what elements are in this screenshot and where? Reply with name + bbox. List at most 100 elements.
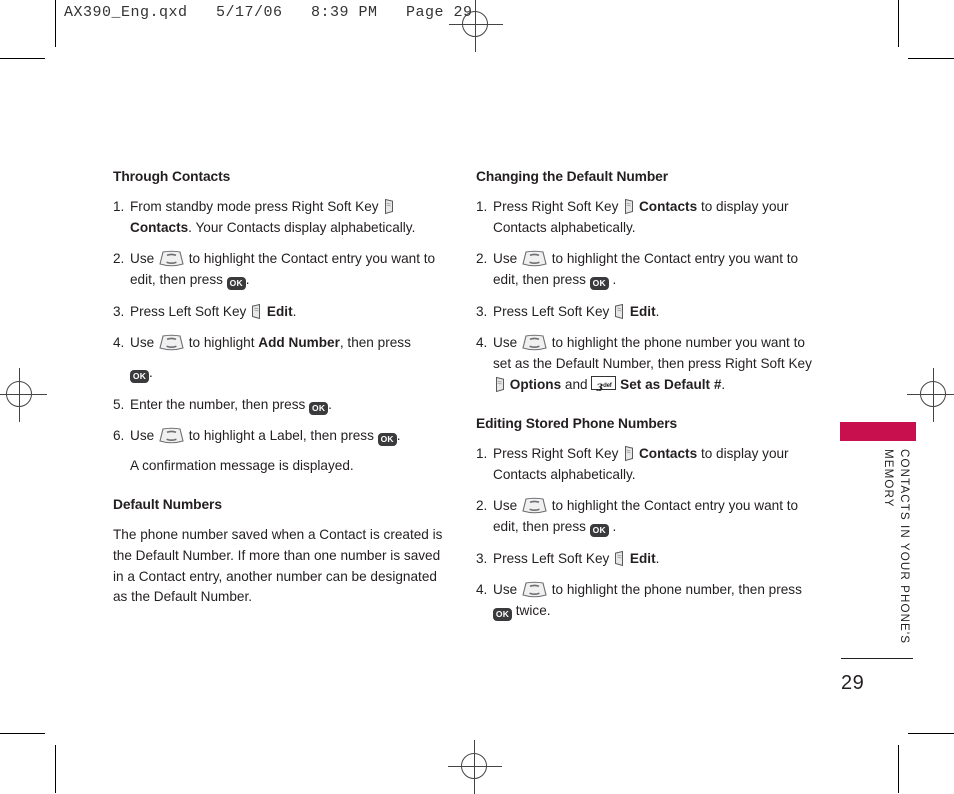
step-number: 3. [476, 550, 488, 566]
step-text: Use [493, 582, 518, 598]
right-soft-key-icon [382, 198, 395, 215]
step-text: Press Left Soft Key [493, 550, 610, 566]
list-item: 3. Press Left Soft Key Edit. [476, 549, 812, 570]
right-steps-list-1: 1. Press Right Soft Key Contacts to displ… [476, 197, 812, 395]
page-content: Through Contacts 1. From standby mode pre… [0, 0, 954, 793]
right-soft-key-icon [622, 445, 635, 462]
step-number: 3. [476, 303, 488, 319]
step-text: Use [130, 251, 155, 267]
ok-key-icon: OK [226, 276, 246, 290]
step-number: 6. [113, 428, 125, 444]
side-tab-accent-bar [840, 422, 916, 441]
folio-rule [841, 658, 913, 659]
left-column: Through Contacts 1. From standby mode pre… [113, 168, 449, 619]
step-text-2: to highlight [188, 335, 255, 351]
list-item: 4. Use to highlight Add Number, then pres… [113, 333, 449, 383]
right-soft-key-icon [493, 376, 506, 393]
page-number: 29 [841, 672, 865, 694]
list-item: 2. Use to highlight the Contact entry you… [113, 249, 449, 290]
step-bold-term: Edit [266, 303, 293, 319]
step-text-2: to highlight a Label, then press [188, 428, 374, 444]
ok-key-icon: OK [589, 276, 609, 290]
list-item: 1. From standby mode press Right Soft Key… [113, 197, 449, 238]
step-text: Enter the number, then press [130, 396, 306, 412]
step-number: 4. [476, 582, 488, 598]
step-bold-term: Add Number [258, 335, 340, 351]
step-note: A confirmation message is displayed. [130, 457, 354, 473]
step-text-tail: . [292, 303, 297, 319]
list-item: 1. Press Right Soft Key Contacts to displ… [476, 197, 812, 238]
step-number: 3. [113, 303, 125, 319]
step-bold-term-2: Set as Default # [620, 376, 722, 392]
list-item: 2. Use to highlight the Contact entry you… [476, 496, 812, 538]
left-soft-key-icon [613, 550, 626, 567]
step-text-tail: . [612, 271, 617, 287]
step-bold-term: Contacts [130, 219, 189, 235]
list-item: 4. Use to highlight the phone number, the… [476, 580, 812, 622]
step-bold-term: Options [509, 376, 562, 392]
step-text-3: , then press [339, 335, 411, 351]
left-steps-list: 1. From standby mode press Right Soft Key… [113, 197, 449, 477]
step-bold-term: Edit [629, 303, 656, 319]
step-number: 4. [113, 335, 125, 351]
list-item: 1. Press Right Soft Key Contacts to displ… [476, 444, 812, 485]
navigation-pad-icon [521, 250, 548, 268]
heading-editing-stored-phone-numbers: Editing Stored Phone Numbers [476, 416, 678, 432]
step-text-tail: . [612, 519, 617, 535]
step-text-tail: . [149, 364, 153, 380]
navigation-pad-icon [521, 334, 548, 352]
step-text: Use [493, 335, 518, 351]
step-text: Press Right Soft Key [493, 446, 619, 462]
navigation-pad-icon [158, 427, 185, 445]
list-item: 5. Enter the number, then press OK. [113, 395, 449, 416]
step-text-tail: . [655, 550, 660, 566]
step-number: 1. [476, 446, 488, 462]
navigation-pad-icon [158, 250, 185, 268]
left-soft-key-icon [250, 303, 263, 320]
key-3-def-icon: 3def [591, 375, 617, 394]
step-text-tail: twice. [515, 603, 551, 619]
step-continuation: OK. [130, 363, 449, 384]
list-item: 4. Use to highlight the phone number you … [476, 333, 812, 395]
step-number: 2. [476, 251, 488, 267]
step-text: Use [130, 335, 155, 351]
list-item: 6. Use to highlight a Label, then press O… [113, 426, 449, 476]
navigation-pad-icon [521, 581, 548, 599]
step-text: Use [130, 428, 155, 444]
step-text-tail: . [655, 303, 660, 319]
ok-key-icon: OK [589, 524, 609, 538]
step-text: Press Left Soft Key [493, 303, 610, 319]
default-numbers-paragraph: The phone number saved when a Contact is… [113, 527, 443, 605]
step-number: 1. [476, 198, 488, 214]
step-bold-term: Contacts [638, 446, 698, 462]
side-tab-label: CONTACTS IN YOUR PHONE'S MEMORY [882, 449, 911, 645]
right-steps-list-2: 1. Press Right Soft Key Contacts to displ… [476, 444, 812, 622]
list-item: 3. Press Left Soft Key Edit. [476, 302, 812, 323]
step-text-3: and [564, 376, 588, 392]
step-text: Press Left Soft Key [130, 303, 247, 319]
step-bold-term: Contacts [638, 198, 698, 214]
step-bold-term: Edit [629, 550, 656, 566]
step-text-2: to highlight the phone number, then pres… [551, 582, 802, 598]
ok-key-icon: OK [377, 433, 397, 447]
right-column: Changing the Default Number 1. Press Righ… [476, 168, 812, 633]
ok-key-icon: OK [493, 608, 512, 622]
right-soft-key-icon [622, 198, 635, 215]
navigation-pad-icon [158, 334, 185, 352]
navigation-pad-icon [521, 497, 548, 515]
step-text-tail: . [721, 376, 726, 392]
heading-through-contacts: Through Contacts [113, 169, 231, 184]
step-number: 2. [113, 251, 125, 267]
step-text-tail: . [328, 396, 332, 412]
list-item: 3. Press Left Soft Key Edit. [113, 302, 449, 323]
step-text-tail: . [396, 428, 401, 444]
heading-default-numbers: Default Numbers [113, 497, 222, 513]
step-text: Use [493, 498, 518, 514]
step-number: 2. [476, 498, 488, 514]
step-text: From standby mode press Right Soft Key [130, 198, 379, 214]
step-text: Use [493, 251, 518, 267]
step-number: 5. [113, 396, 125, 412]
step-text-tail: . Your Contacts display alphabetically. [188, 219, 416, 235]
left-soft-key-icon [613, 303, 626, 320]
step-number: 1. [113, 198, 125, 214]
